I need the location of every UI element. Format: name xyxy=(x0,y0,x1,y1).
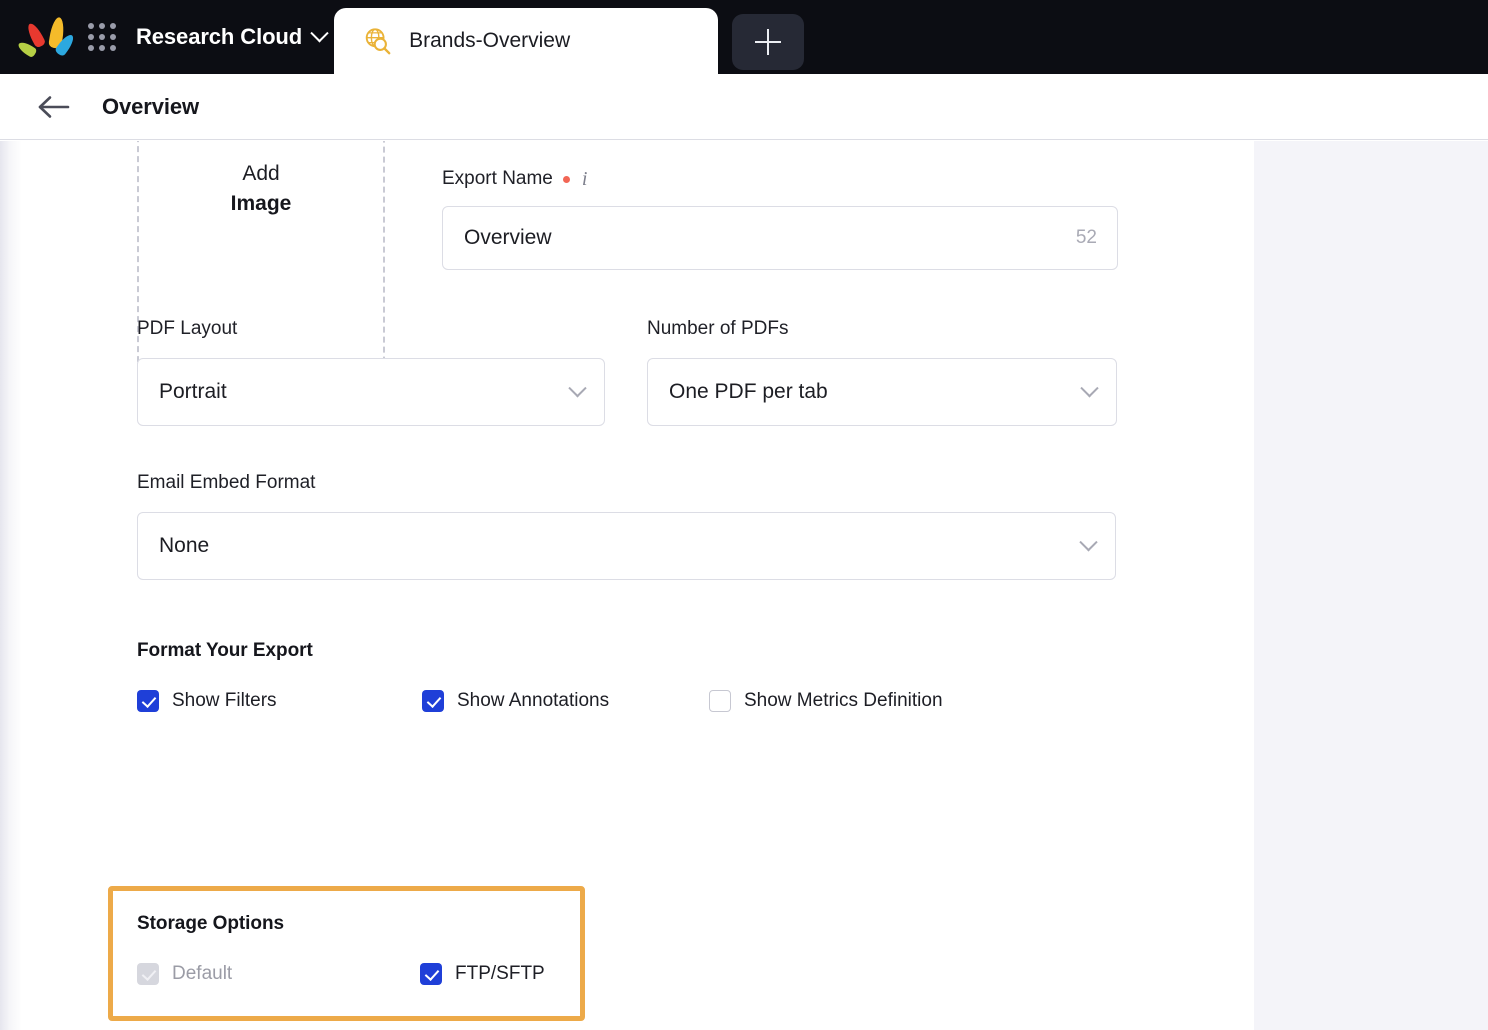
format-your-export-options: Show Filters Show Annotations Show Metri… xyxy=(137,690,1037,712)
checkbox-label: Show Annotations xyxy=(457,690,610,711)
add-image-line1: Add xyxy=(242,162,280,185)
email-embed-format-label-text: Email Embed Format xyxy=(137,472,316,493)
checkbox-label: Default xyxy=(172,963,233,984)
checkbox-show-filters[interactable]: Show Filters xyxy=(137,690,422,712)
grid-dot xyxy=(99,34,105,40)
checkbox-show-annotations[interactable]: Show Annotations xyxy=(422,690,709,712)
storage-options-section: Storage Options Default FTP/SFTP xyxy=(137,913,577,985)
format-your-export-section: Format Your Export Show Filters Show Ann… xyxy=(137,640,1037,712)
chevron-down-icon xyxy=(310,23,329,42)
grid-dot xyxy=(88,34,94,40)
checkbox-box xyxy=(420,963,442,985)
export-name-char-count: 52 xyxy=(1075,227,1097,248)
grid-dot xyxy=(88,23,94,29)
checkbox-label: FTP/SFTP xyxy=(455,963,545,984)
checkbox-show-metrics-definition[interactable]: Show Metrics Definition xyxy=(709,690,943,712)
checkbox-ftp-sftp[interactable]: FTP/SFTP xyxy=(420,963,545,985)
apps-grid-icon[interactable] xyxy=(88,23,116,51)
checkbox-label: Show Metrics Definition xyxy=(744,690,943,711)
add-image-line2: Image xyxy=(230,191,292,215)
storage-options-title: Storage Options xyxy=(137,913,285,934)
number-of-pdfs-value: One PDF per tab xyxy=(669,380,828,403)
page-title: Overview xyxy=(102,93,200,119)
app-root: Research Cloud Brands-Overview Overview … xyxy=(0,0,1488,1030)
grid-dot xyxy=(110,23,116,29)
required-indicator xyxy=(562,175,570,183)
export-name-value: Overview xyxy=(464,226,552,249)
plus-icon xyxy=(755,29,782,55)
globe-search-icon xyxy=(365,28,391,55)
checkbox-label: Show Filters xyxy=(172,690,277,711)
checkbox-box xyxy=(137,963,159,985)
grid-dot xyxy=(88,45,94,51)
number-of-pdfs-label: Number of PDFs xyxy=(647,318,1117,340)
grid-dot xyxy=(110,45,116,51)
export-name-field: Export Name i Overview 52 xyxy=(442,168,1118,270)
panel-left-shadow xyxy=(0,141,22,1030)
number-of-pdfs-label-text: Number of PDFs xyxy=(647,318,789,339)
export-name-label-text: Export Name xyxy=(442,168,553,189)
email-embed-format-value: None xyxy=(159,534,210,557)
new-tab-button[interactable] xyxy=(732,14,805,70)
email-embed-format-field: Email Embed Format None xyxy=(137,472,1116,580)
email-embed-format-label: Email Embed Format xyxy=(137,472,1116,494)
chevron-down-icon xyxy=(568,378,587,397)
checkbox-box xyxy=(709,690,731,712)
pdf-layout-value: Portrait xyxy=(159,380,227,403)
top-bar-left: Research Cloud xyxy=(0,0,329,74)
number-of-pdfs-select[interactable]: One PDF per tab xyxy=(647,358,1117,426)
export-settings-panel: Add Image Export Name i Overview 52 PDF … xyxy=(0,141,1254,1030)
pdf-layout-select[interactable]: Portrait xyxy=(137,358,605,426)
checkbox-box xyxy=(137,690,159,712)
pdf-layout-field: PDF Layout Portrait xyxy=(137,318,605,426)
workspace-label: Research Cloud xyxy=(136,24,303,49)
export-name-input[interactable]: Overview 52 xyxy=(442,206,1118,270)
tab-brands-overview[interactable]: Brands-Overview xyxy=(334,8,719,74)
grid-dot xyxy=(99,45,105,51)
tab-strip: Brands-Overview xyxy=(334,0,805,74)
arrow-left-icon[interactable] xyxy=(37,94,71,120)
checkbox-default: Default xyxy=(137,963,420,985)
pdf-layout-label-text: PDF Layout xyxy=(137,318,238,339)
export-name-label: Export Name i xyxy=(442,168,1118,190)
storage-options-list: Default FTP/SFTP xyxy=(137,963,577,985)
grid-dot xyxy=(99,23,105,29)
body-region: Add Image Export Name i Overview 52 PDF … xyxy=(0,141,1488,1030)
grid-dot xyxy=(110,34,116,40)
page-header: Overview xyxy=(0,74,1488,140)
pdf-layout-label: PDF Layout xyxy=(137,318,605,340)
format-your-export-title: Format Your Export xyxy=(137,640,313,661)
workspace-switcher[interactable]: Research Cloud xyxy=(136,23,329,50)
number-of-pdfs-field: Number of PDFs One PDF per tab xyxy=(647,318,1117,426)
info-icon[interactable]: i xyxy=(582,169,588,189)
chevron-down-icon xyxy=(1079,532,1098,551)
tab-title: Brands-Overview xyxy=(409,29,571,52)
checkbox-box xyxy=(422,690,444,712)
email-embed-format-select[interactable]: None xyxy=(137,512,1116,580)
chevron-down-icon xyxy=(1080,378,1099,397)
sprinklr-petals-logo[interactable] xyxy=(16,15,77,59)
top-bar: Research Cloud Brands-Overview xyxy=(0,0,1488,74)
